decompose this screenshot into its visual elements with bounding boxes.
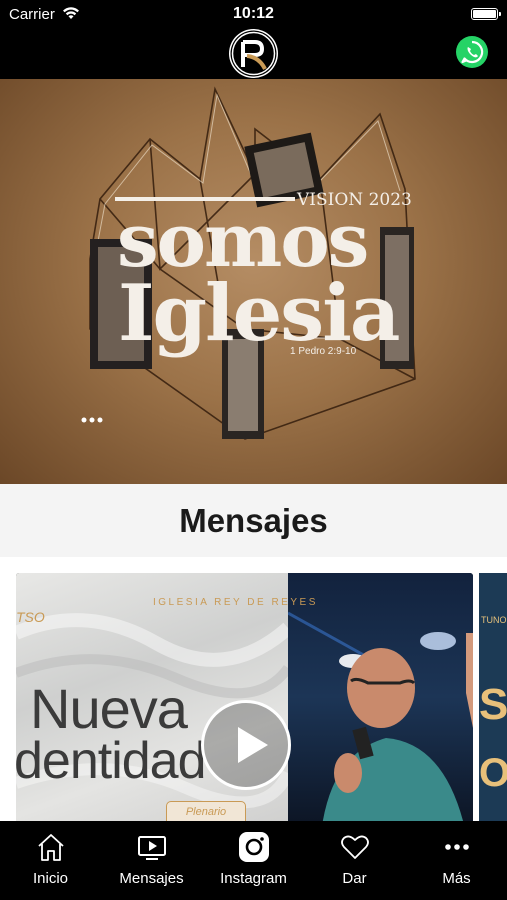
messages-carousel[interactable]: TSO IGLESIA REY DE REYES Nueva dentidad … [0, 557, 507, 821]
more-dots-icon [444, 844, 469, 850]
next-card-letter2: O [479, 751, 507, 795]
church-logo-icon[interactable] [229, 29, 278, 78]
next-message-card[interactable]: TUNO S O [479, 573, 507, 821]
tab-instagram-label: Instagram [220, 870, 287, 887]
hero-verse-label: 1 Pedro 2:9-10 [290, 346, 357, 357]
card-church-label: IGLESIA REY DE REYES [153, 597, 318, 608]
card-badge: Plenario [166, 801, 246, 821]
card-corner-label: TSO [16, 609, 45, 625]
section-header: Mensajes [0, 484, 507, 557]
tab-mensajes[interactable]: Mensajes [101, 821, 202, 900]
message-card[interactable]: TSO IGLESIA REY DE REYES Nueva dentidad … [16, 573, 473, 821]
tab-mas[interactable]: Más [406, 821, 507, 900]
hero-banner[interactable]: VISION 2023 somos Iglesia 1 Pedro 2:9-10 [0, 79, 507, 484]
tv-play-icon [137, 836, 166, 860]
next-card-top-text: TUNO [481, 615, 507, 625]
card-title-line2: dentidad [16, 732, 207, 790]
tab-mas-label: Más [442, 870, 471, 887]
hero-title-line1: somos [117, 198, 369, 284]
app-header [0, 28, 507, 79]
section-title: Mensajes [179, 502, 328, 539]
tab-instagram[interactable]: Instagram [203, 821, 304, 900]
tab-inicio[interactable]: Inicio [0, 821, 101, 900]
logo-mark [230, 30, 277, 77]
tab-dar-label: Dar [342, 870, 367, 887]
card-badge-label: Plenario [185, 806, 227, 818]
battery-icon [471, 8, 501, 20]
more-dots-icon[interactable] [80, 412, 104, 428]
heart-icon [340, 835, 369, 859]
instagram-icon [238, 832, 269, 862]
hero-title-line2: Iglesia [118, 268, 400, 359]
preacher-photo [322, 633, 473, 821]
status-bar: Carrier 10:12 [0, 0, 507, 28]
next-card-letter1: S [479, 680, 507, 729]
home-icon [37, 834, 64, 861]
play-button[interactable] [201, 700, 291, 790]
tab-dar[interactable]: Dar [304, 821, 405, 900]
tab-bar: Inicio Mensajes Instagram Dar Más [0, 821, 507, 900]
whatsapp-glyph [461, 40, 484, 64]
status-time: 10:12 [233, 5, 274, 22]
tab-inicio-label: Inicio [32, 870, 69, 887]
whatsapp-icon[interactable] [456, 36, 488, 68]
tab-mensajes-label: Mensajes [119, 870, 184, 887]
card-title-line1: Nueva [30, 677, 188, 740]
